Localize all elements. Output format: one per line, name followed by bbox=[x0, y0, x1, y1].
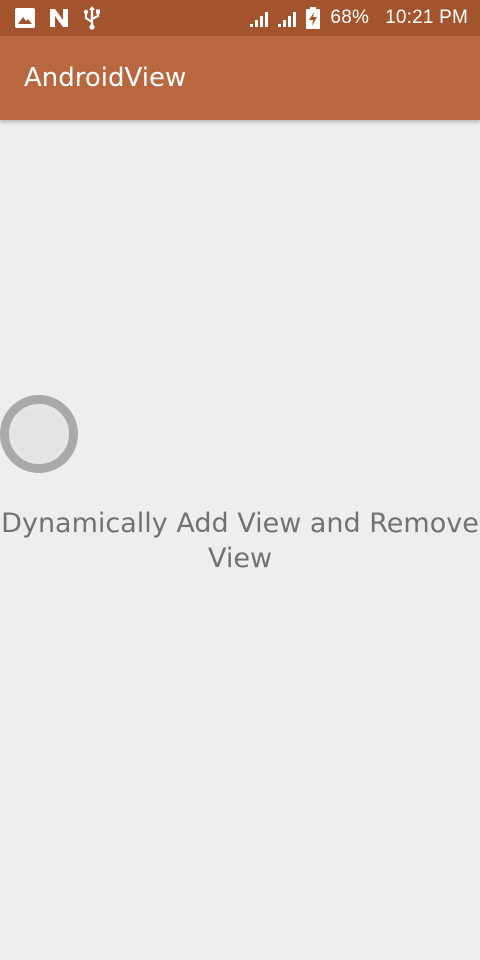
status-time: 10:21 PM bbox=[385, 7, 468, 28]
battery-percent: 68% bbox=[330, 7, 370, 28]
status-right-area: 68% 10:21 PM bbox=[250, 0, 468, 36]
status-left-icons bbox=[14, 6, 102, 30]
screen: 68% 10:21 PM AndroidView Dynamically Add… bbox=[0, 0, 480, 960]
status-bar: 68% 10:21 PM bbox=[0, 0, 480, 36]
signal-2-icon bbox=[278, 9, 300, 27]
app-title: AndroidView bbox=[24, 63, 187, 93]
usb-icon bbox=[82, 6, 102, 30]
battery-charging-icon bbox=[306, 7, 321, 29]
main-text: Dynamically Add View and Remove View bbox=[1, 508, 479, 574]
radio-button[interactable] bbox=[0, 395, 78, 473]
n-notification-icon bbox=[48, 7, 70, 29]
app-bar: AndroidView bbox=[0, 36, 480, 120]
image-icon bbox=[14, 7, 36, 29]
radio-button-inner bbox=[13, 408, 65, 460]
signal-1-icon bbox=[250, 9, 272, 27]
